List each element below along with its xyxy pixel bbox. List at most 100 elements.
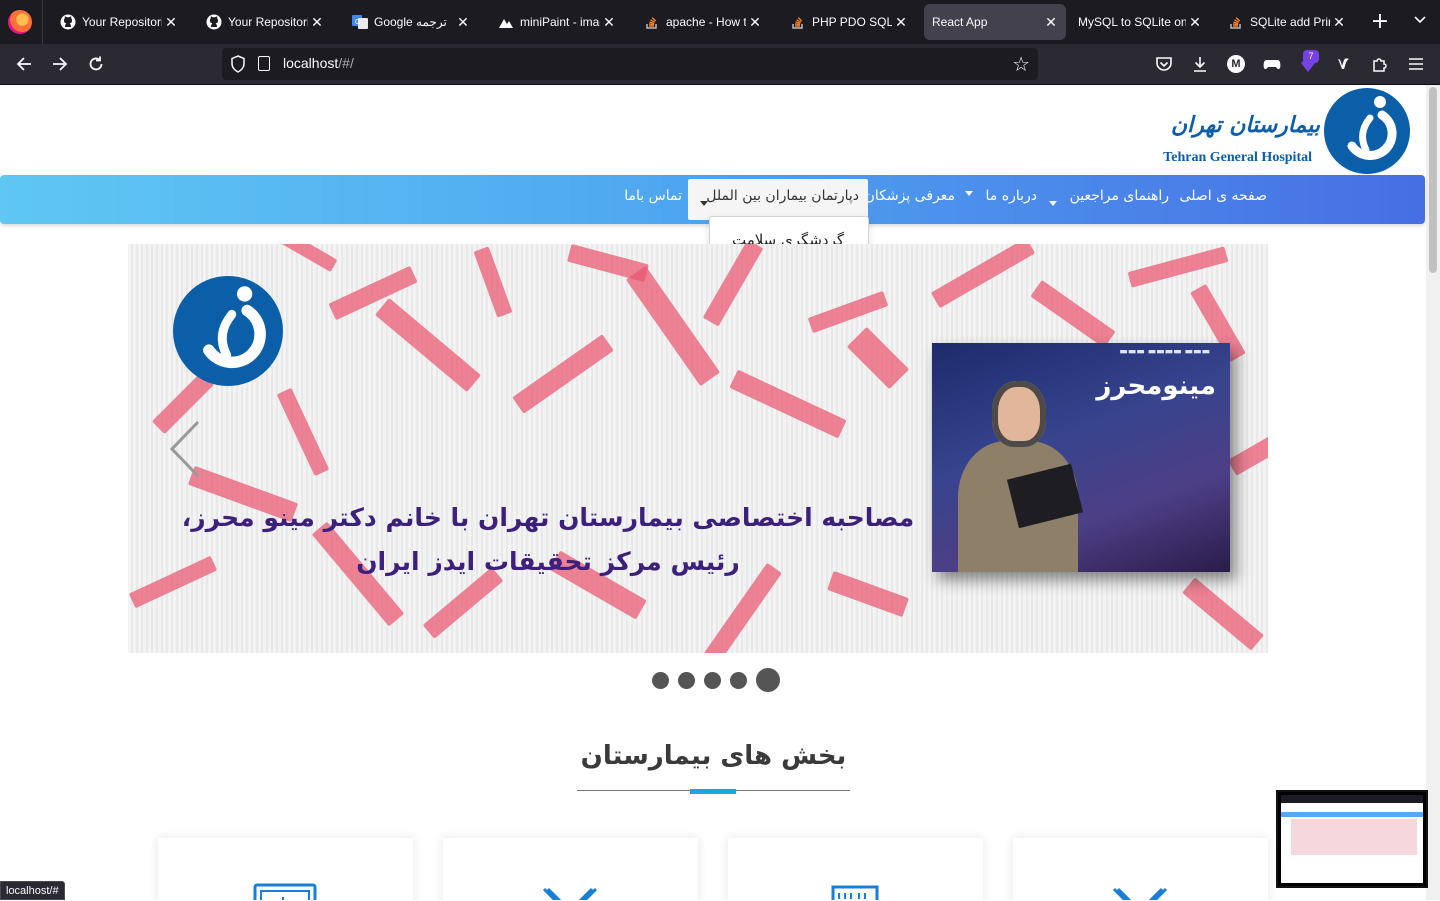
svg-text:G: G xyxy=(355,19,360,26)
tab-php-pdo[interactable]: PHP PDO SQLite ✕ xyxy=(778,4,916,40)
tab-title: React App xyxy=(932,15,988,29)
ribbon-decoration xyxy=(702,244,764,327)
ribbon-decoration xyxy=(374,298,482,392)
extension-m-icon[interactable]: M xyxy=(1226,54,1246,74)
ribbon-decoration xyxy=(1227,430,1268,476)
pocket-icon[interactable] xyxy=(1154,54,1174,74)
ribbon-decoration xyxy=(807,290,889,334)
hospital-name-en: Tehran General Hospital xyxy=(1163,150,1312,165)
ribbon-decoration xyxy=(512,334,614,414)
menu-item-label: دپارتمان بیماران بین الملل xyxy=(706,188,859,204)
department-card[interactable] xyxy=(728,838,983,900)
tab-close-icon[interactable]: ✕ xyxy=(1042,14,1060,31)
list-all-tabs-chevron-icon[interactable] xyxy=(1408,8,1432,36)
google-translate-icon: G xyxy=(352,14,368,30)
menu-item-international-patients[interactable]: دپارتمان بیماران بین الملل xyxy=(688,179,868,220)
preview-slide xyxy=(1291,819,1417,855)
reload-icon[interactable] xyxy=(82,50,110,78)
scrollbar-thumb[interactable] xyxy=(1429,87,1437,273)
tab-github-2[interactable]: Your Repositories ✕ xyxy=(194,4,332,40)
hamburger-menu-icon[interactable] xyxy=(1406,54,1426,74)
hero-carousel: ▬▬▬ ▬▬▬▬ ▬▬▬ مینومحرز مصاحبه اختصاصی بیم… xyxy=(128,244,1268,653)
ribbon-decoration xyxy=(276,387,330,477)
extension-badge: 7 xyxy=(1303,50,1319,63)
new-tab-button[interactable]: + xyxy=(1368,8,1392,36)
ribbon-decoration xyxy=(1030,279,1116,349)
screen-preview-thumbnail[interactable] xyxy=(1276,790,1428,888)
tab-close-icon[interactable]: ✕ xyxy=(454,14,472,31)
caret-down-icon xyxy=(1049,201,1058,206)
stackoverflow-icon xyxy=(1228,14,1244,30)
tab-close-icon[interactable]: ✕ xyxy=(162,14,180,31)
surgical-tools-icon xyxy=(1112,887,1168,900)
carousel-dot[interactable] xyxy=(730,671,747,689)
tab-close-icon[interactable]: ✕ xyxy=(308,14,326,31)
status-url: localhost/# xyxy=(0,881,65,900)
menu-item-label: راهنمای مراجعین xyxy=(1069,188,1169,204)
tab-close-icon[interactable]: ✕ xyxy=(1186,14,1204,31)
tab-google-translate[interactable]: G Google ترجمه ✕ xyxy=(340,4,478,40)
page-info-icon[interactable] xyxy=(258,56,270,71)
carousel-dot-active[interactable] xyxy=(756,668,780,692)
stackoverflow-icon xyxy=(644,14,660,30)
section-title: بخش های بیمارستان xyxy=(580,741,847,771)
hospital-brand[interactable]: بیمارستان تهران Tehran General Hospital xyxy=(1150,87,1412,174)
department-card[interactable] xyxy=(443,838,698,900)
tab-minipaint[interactable]: miniPaint - image editor ✕ xyxy=(486,4,624,40)
tab-sqlite-primary[interactable]: SQLite add Primary ✕ xyxy=(1216,4,1354,40)
extension-gamepad-icon[interactable] xyxy=(1262,54,1282,74)
url-text[interactable]: localhost/#/ xyxy=(283,55,354,71)
tab-close-icon[interactable]: ✕ xyxy=(892,14,910,31)
interview-photo: ▬▬▬ ▬▬▬▬ ▬▬▬ مینومحرز xyxy=(932,343,1230,572)
caret-down-icon xyxy=(700,201,709,206)
monitor-icon xyxy=(253,883,317,900)
department-card[interactable] xyxy=(158,838,413,900)
ribbon-decoration xyxy=(625,265,721,387)
photo-banner-text: مینومحرز xyxy=(1096,371,1216,401)
carousel-prev-arrow-icon[interactable] xyxy=(168,420,202,478)
ribbon-decoration xyxy=(729,369,847,439)
menu-item-visitors-guide[interactable]: راهنمای مراجعین xyxy=(1049,188,1169,206)
downloads-icon[interactable] xyxy=(1190,54,1210,74)
carousel-dot[interactable] xyxy=(704,671,721,689)
caret-down-icon xyxy=(965,191,974,196)
department-card[interactable] xyxy=(1013,838,1268,900)
carousel-dot[interactable] xyxy=(652,671,669,689)
back-arrow-icon[interactable] xyxy=(10,50,38,78)
menu-item-home[interactable]: صفحه ی اصلی xyxy=(1180,188,1267,204)
tab-close-icon[interactable]: ✕ xyxy=(746,14,764,31)
menu-item-doctors[interactable]: معرفی پزشکان xyxy=(865,188,955,204)
ribbon-decoration xyxy=(473,246,513,318)
page-scrollbar[interactable] xyxy=(1426,85,1440,900)
github-icon xyxy=(60,14,76,30)
page-viewport: بیمارستان تهران Tehran General Hospital … xyxy=(0,85,1426,900)
tab-mysql-sqlite[interactable]: MySQL to SQLite online ✕ xyxy=(1072,4,1210,40)
menu-item-about-us[interactable]: درباره ما xyxy=(965,188,1037,204)
caption-line-2: رئیس مرکز تحقیقات ایدز ایران xyxy=(356,547,740,576)
extension-v-icon[interactable] xyxy=(1334,54,1354,74)
carousel-dot[interactable] xyxy=(678,671,695,689)
tab-react-app[interactable]: React App ✕ xyxy=(924,4,1066,40)
menu-item-label: تماس باما xyxy=(624,188,682,204)
tab-close-icon[interactable]: ✕ xyxy=(600,14,618,31)
ribbon-decoration xyxy=(1127,246,1229,288)
tab-github-1[interactable]: Your Repositories ✕ xyxy=(48,4,186,40)
preview-tab-bar xyxy=(1281,795,1423,803)
stackoverflow-icon xyxy=(790,14,806,30)
forward-arrow-icon[interactable] xyxy=(46,50,74,78)
tab-apache[interactable]: apache - How to ✕ xyxy=(632,4,770,40)
extensions-puzzle-icon[interactable] xyxy=(1370,54,1390,74)
tab-close-icon[interactable]: ✕ xyxy=(1330,14,1348,31)
carousel-caption: مصاحبه اختصاصی بیمارستان تهران با خانم د… xyxy=(168,496,928,584)
menu-item-label: صفحه ی اصلی xyxy=(1179,188,1267,204)
url-path: /#/ xyxy=(338,55,354,71)
menu-item-contact[interactable]: تماس باما xyxy=(624,188,682,204)
tracking-protection-shield-icon[interactable] xyxy=(230,55,246,73)
tab-title: PHP PDO SQLite xyxy=(812,15,892,29)
tab-title: Your Repositories xyxy=(82,15,162,29)
url-bar[interactable]: localhost/#/ ☆ xyxy=(222,48,1038,80)
bookmark-star-icon[interactable]: ☆ xyxy=(1012,52,1030,76)
firefox-icon[interactable] xyxy=(8,10,32,34)
browser-nav-bar: localhost/#/ ☆ M xyxy=(0,44,1440,85)
tab-title: MySQL to SQLite online xyxy=(1078,15,1186,29)
